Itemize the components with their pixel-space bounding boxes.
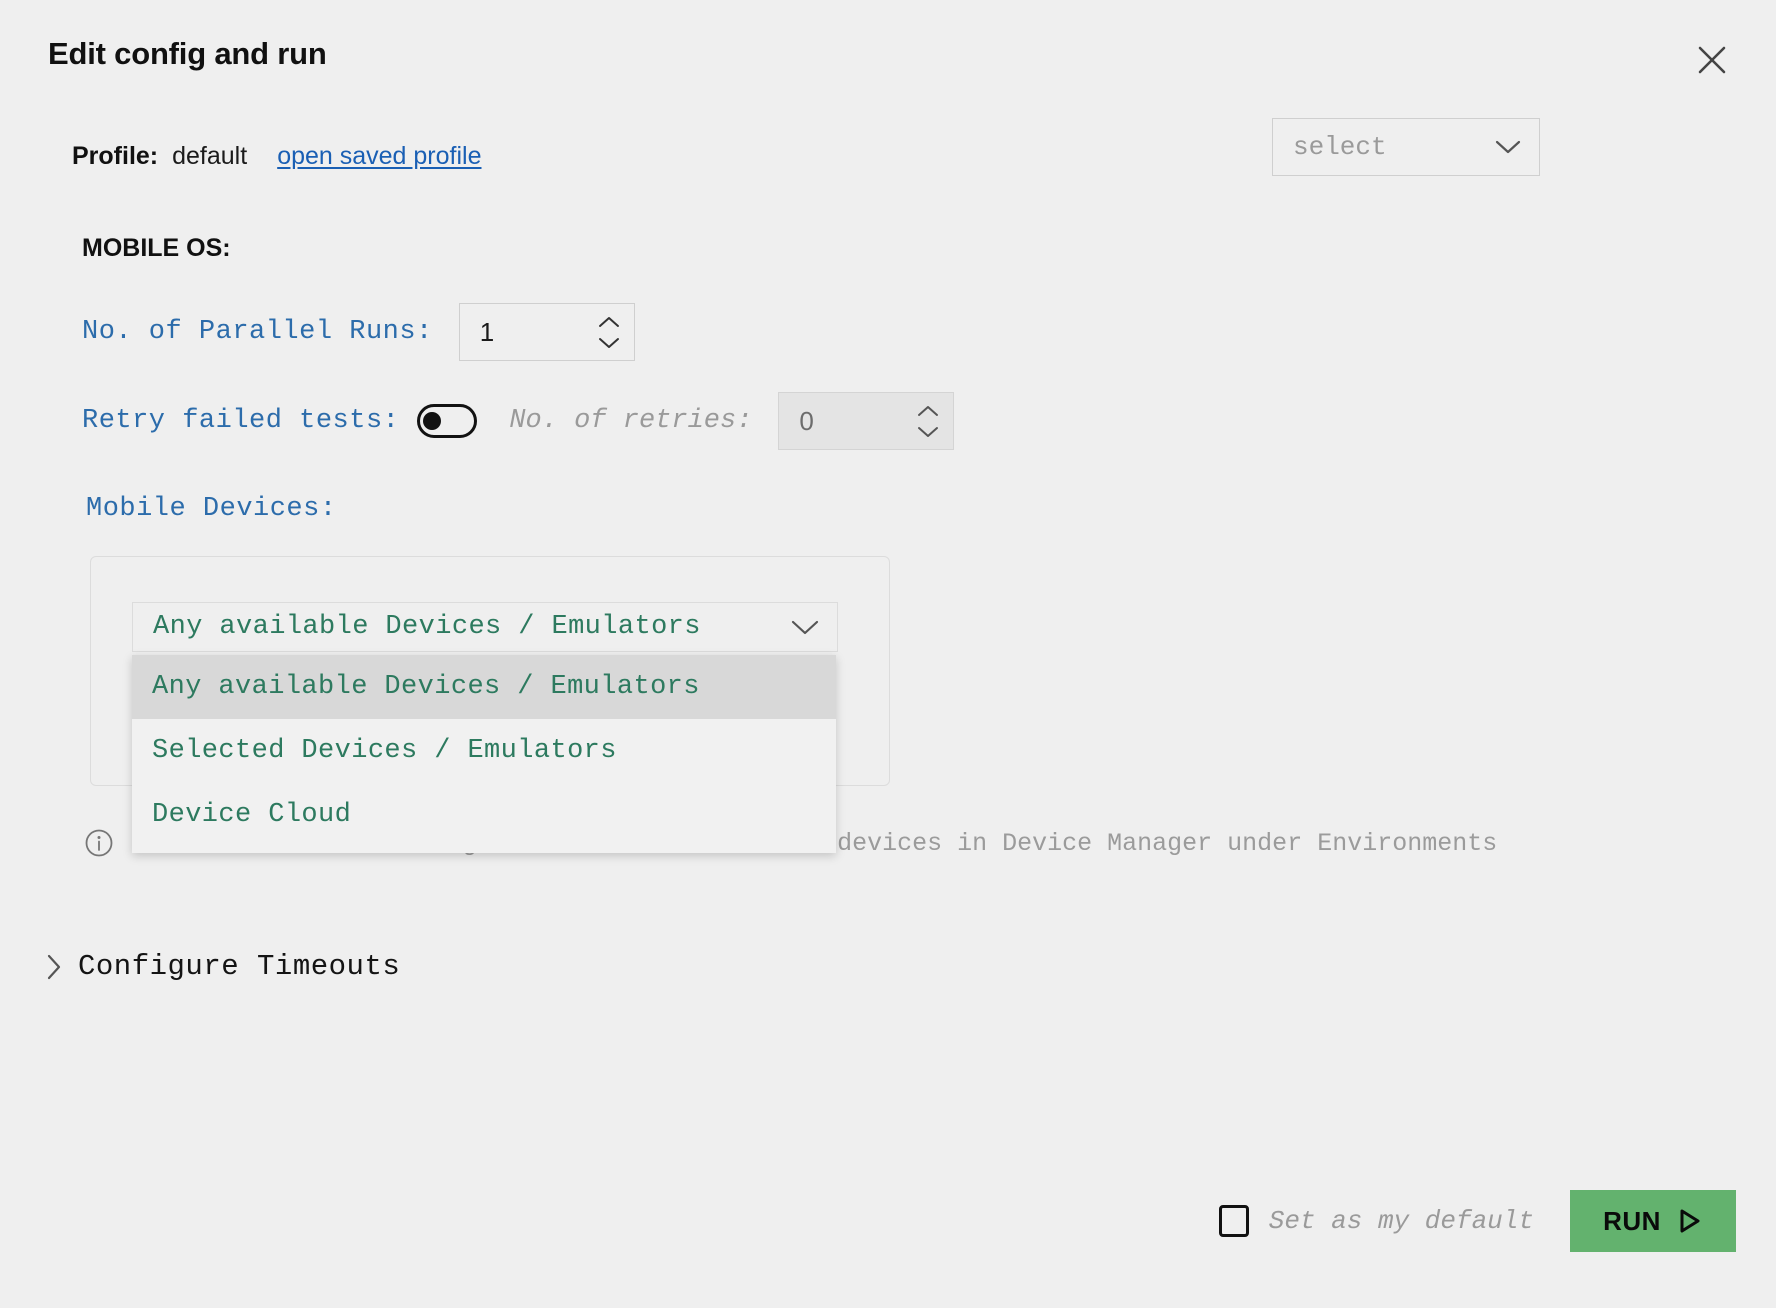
retries-stepper-arrows[interactable] xyxy=(917,405,939,438)
close-icon xyxy=(1695,43,1729,77)
mobile-devices-selected-value: Any available Devices / Emulators xyxy=(153,612,701,642)
parallel-runs-stepper[interactable]: 1 xyxy=(459,303,635,361)
chevron-down-icon xyxy=(1495,139,1521,155)
parallel-runs-row: No. of Parallel Runs: 1 xyxy=(82,303,635,361)
info-circle-icon xyxy=(84,828,114,858)
retry-failed-tests-label: Retry failed tests: xyxy=(82,406,399,436)
play-triangle-icon xyxy=(1677,1207,1703,1235)
set-as-default-checkbox[interactable] xyxy=(1219,1205,1249,1237)
mobile-devices-dropdown-list: Any available Devices / Emulators Select… xyxy=(132,655,836,853)
stepper-up-icon[interactable] xyxy=(598,316,620,328)
edit-config-dialog: Edit config and run Profile: default ope… xyxy=(0,0,1776,1308)
configure-timeouts-toggle[interactable]: Configure Timeouts xyxy=(46,950,400,983)
retry-failed-tests-row: Retry failed tests: No. of retries: 0 xyxy=(82,392,954,450)
parallel-runs-value: 1 xyxy=(480,317,494,348)
chevron-down-icon xyxy=(791,619,819,636)
dropdown-option-any-available[interactable]: Any available Devices / Emulators xyxy=(132,655,836,719)
run-button[interactable]: RUN xyxy=(1570,1190,1736,1252)
retries-label: No. of retries: xyxy=(509,406,752,436)
environment-selected-value: select xyxy=(1293,132,1387,162)
profile-label: Profile: xyxy=(72,142,158,171)
profile-row: Profile: default open saved profile xyxy=(72,142,482,171)
mobile-devices-label: Mobile Devices: xyxy=(86,494,337,524)
dialog-footer: Set as my default RUN xyxy=(1219,1190,1736,1252)
retries-value: 0 xyxy=(799,406,813,437)
parallel-runs-label: No. of Parallel Runs: xyxy=(82,317,433,347)
retries-stepper[interactable]: 0 xyxy=(778,392,954,450)
retries-stepper-up-icon[interactable] xyxy=(917,405,939,417)
open-saved-profile-link[interactable]: open saved profile xyxy=(277,142,481,171)
mobile-devices-select[interactable]: Any available Devices / Emulators xyxy=(132,602,838,652)
environment-select[interactable]: select xyxy=(1272,118,1540,176)
environment-row: Environment: select xyxy=(1367,142,1528,171)
dropdown-option-device-cloud[interactable]: Device Cloud xyxy=(132,783,836,847)
set-as-default-label: Set as my default xyxy=(1269,1206,1534,1236)
retries-stepper-down-icon[interactable] xyxy=(917,426,939,438)
retry-failed-tests-toggle[interactable] xyxy=(417,404,477,438)
mobile-os-label: MOBILE OS: xyxy=(82,234,231,263)
chevron-right-icon xyxy=(46,953,62,981)
profile-value: default xyxy=(172,142,247,171)
stepper-down-icon[interactable] xyxy=(598,337,620,349)
set-as-default-row[interactable]: Set as my default xyxy=(1219,1205,1534,1237)
toggle-knob xyxy=(423,412,441,430)
stepper-arrows[interactable] xyxy=(598,316,620,349)
run-button-label: RUN xyxy=(1603,1206,1661,1237)
page-title: Edit config and run xyxy=(48,36,327,72)
configure-timeouts-label: Configure Timeouts xyxy=(78,950,400,983)
dropdown-option-selected-devices[interactable]: Selected Devices / Emulators xyxy=(132,719,836,783)
close-button[interactable] xyxy=(1688,38,1736,82)
